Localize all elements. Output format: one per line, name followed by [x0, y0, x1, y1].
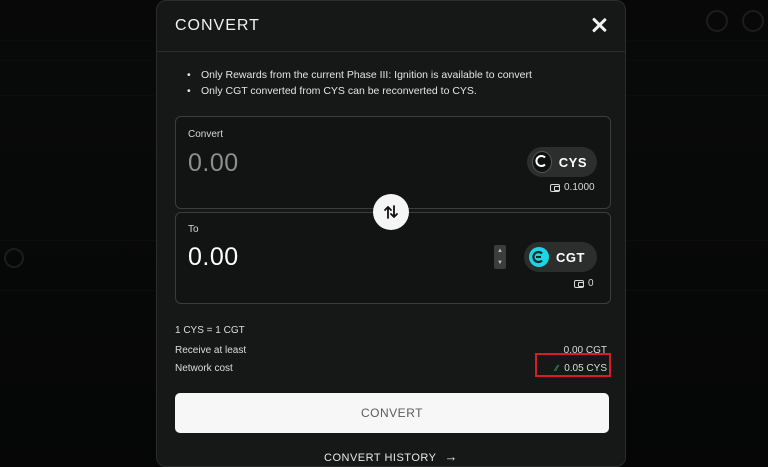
wallet-icon	[550, 183, 560, 192]
convert-modal: CONVERT Only Rewards from the current Ph…	[156, 0, 626, 467]
cys-logo-icon	[532, 151, 552, 173]
note-item: Only CGT converted from CYS can be recon…	[187, 83, 532, 99]
convert-button[interactable]: CONVERT	[175, 393, 609, 433]
network-cost-highlight	[535, 353, 611, 377]
receive-amount-field[interactable]: 0.00	[188, 243, 239, 272]
close-icon[interactable]	[589, 15, 609, 35]
wallet-icon	[574, 279, 584, 288]
network-cost-label: Network cost	[175, 363, 233, 374]
to-balance: 0	[574, 278, 594, 289]
cgt-logo-icon	[529, 247, 549, 267]
cgt-token-selector[interactable]: CGT	[524, 242, 597, 272]
modal-header: CONVERT	[157, 1, 625, 52]
amount-stepper[interactable]: ▲ ▼	[494, 245, 506, 269]
note-item: Only Rewards from the current Phase III:…	[187, 67, 532, 83]
swap-icon	[384, 205, 398, 219]
rate-row: 1 CYS = 1 CGT	[175, 325, 607, 339]
arrow-right-icon: →	[444, 449, 458, 464]
rate-text: 1 CYS = 1 CGT	[175, 325, 245, 336]
receive-label: Receive at least	[175, 345, 247, 356]
modal-title: CONVERT	[175, 17, 260, 34]
convert-from-label: Convert	[188, 129, 224, 140]
from-balance-value: 0.1000	[564, 182, 595, 193]
notes-list: Only Rewards from the current Phase III:…	[187, 67, 532, 99]
convert-amount-input[interactable]: 0.00	[188, 149, 239, 178]
cgt-token-label: CGT	[556, 249, 585, 265]
to-balance-value: 0	[588, 278, 594, 289]
stepper-up-icon[interactable]: ▲	[494, 245, 506, 257]
from-balance: 0.1000	[550, 182, 595, 193]
convert-to-label: To	[188, 224, 199, 235]
convert-history-link[interactable]: CONVERT HISTORY →	[157, 449, 625, 464]
cys-token-selector[interactable]: CYS	[527, 147, 597, 177]
stepper-down-icon[interactable]: ▼	[494, 257, 506, 269]
cys-token-label: CYS	[558, 154, 587, 170]
convert-history-label: CONVERT HISTORY	[324, 452, 437, 464]
swap-button[interactable]	[373, 194, 409, 230]
